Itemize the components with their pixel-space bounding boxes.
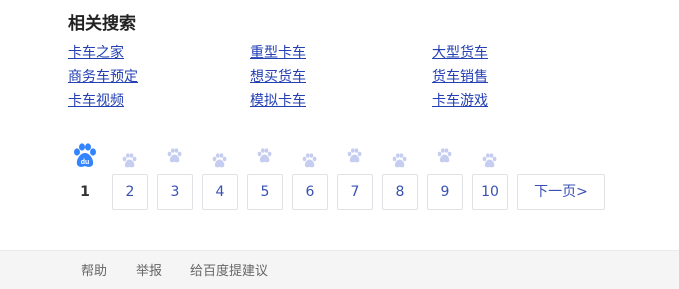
current-page-number: 1 [80,184,90,200]
footer-report-link[interactable]: 举报 [136,263,162,281]
page-button-3[interactable]: 3 [157,174,193,210]
paw-icon [212,153,227,168]
paw-icon [347,148,362,163]
pagination: 1 2 3 4 5 6 7 8 9 10 下一页> [0,174,679,210]
footer: 帮助 举报 给百度提建议 [0,250,679,289]
related-link[interactable]: 商务车预定 [68,67,138,87]
related-searches-title: 相关搜索 [68,14,136,34]
paw-icon [437,148,452,163]
related-link[interactable]: 重型卡车 [250,43,306,63]
page-button-9[interactable]: 9 [427,174,463,210]
related-row: 卡车之家 重型卡车 大型货车 [68,43,628,67]
paw-icon [482,153,497,168]
related-link[interactable]: 想买货车 [250,67,306,87]
footer-help-link[interactable]: 帮助 [81,263,107,281]
paw-icon [392,153,407,168]
paw-icon [122,153,137,168]
paw-icon [167,148,182,163]
related-searches-grid: 卡车之家 重型卡车 大型货车 商务车预定 想买货车 货车销售 卡车视频 模拟卡车… [68,43,628,115]
page-button-7[interactable]: 7 [337,174,373,210]
page-button-8[interactable]: 8 [382,174,418,210]
page-button-2[interactable]: 2 [112,174,148,210]
related-link[interactable]: 货车销售 [432,67,488,87]
search-results-page: 相关搜索 卡车之家 重型卡车 大型货车 商务车预定 想买货车 货车销售 卡车视频… [0,0,679,289]
page-button-5[interactable]: 5 [247,174,283,210]
related-link[interactable]: 卡车视频 [68,91,124,111]
page-button-6[interactable]: 6 [292,174,328,210]
baidu-paw-logo-icon: du [73,143,97,169]
next-page-button[interactable]: 下一页> [517,174,605,210]
related-link[interactable]: 模拟卡车 [250,91,306,111]
footer-feedback-link[interactable]: 给百度提建议 [190,263,268,281]
pagination-paws: du [0,143,679,171]
page-button-4[interactable]: 4 [202,174,238,210]
related-link[interactable]: 卡车游戏 [432,91,488,111]
page-button-10[interactable]: 10 [472,174,508,210]
related-link[interactable]: 大型货车 [432,43,488,63]
related-row: 卡车视频 模拟卡车 卡车游戏 [68,91,628,115]
related-row: 商务车预定 想买货车 货车销售 [68,67,628,91]
paw-icon [302,153,317,168]
svg-text:du: du [81,159,90,166]
paw-icon [257,148,272,163]
related-link[interactable]: 卡车之家 [68,43,124,63]
